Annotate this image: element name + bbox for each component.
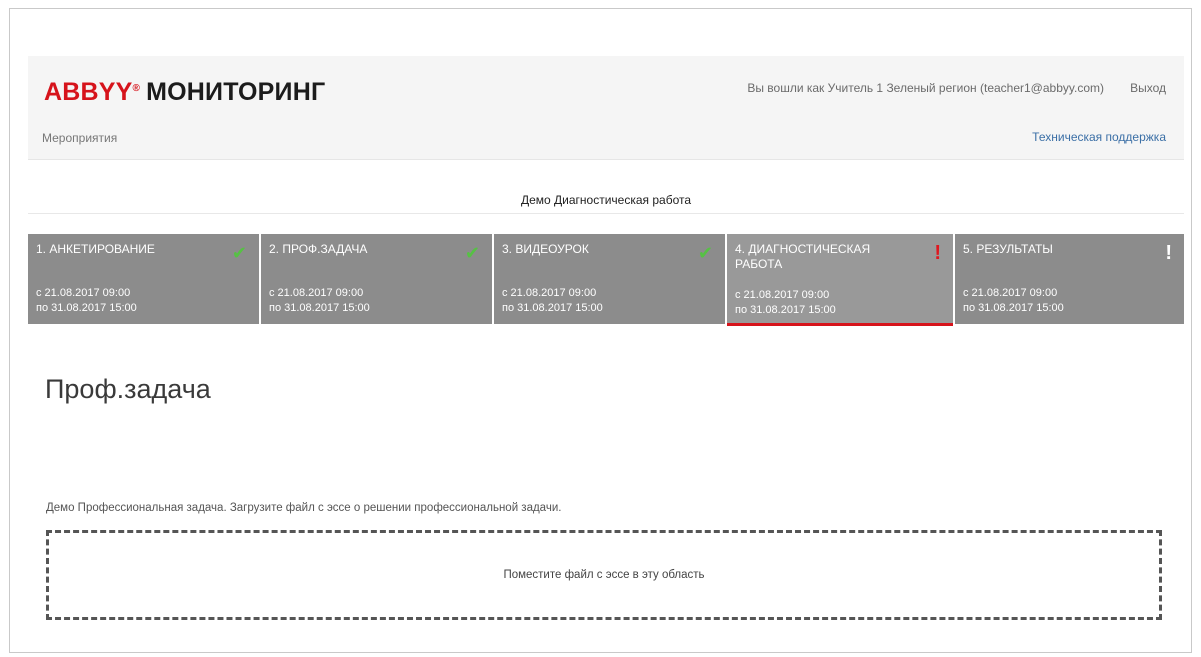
- step-date-from: с 21.08.2017 09:00: [963, 287, 1058, 299]
- logo-brand: ABBYY: [44, 78, 133, 106]
- support-link[interactable]: Техническая поддержка: [1032, 130, 1166, 144]
- step-dates: с 21.08.2017 09:00 по 31.08.2017 15:00: [269, 286, 370, 316]
- step-date-from: с 21.08.2017 09:00: [36, 287, 131, 299]
- task-description: Демо Профессиональная задача. Загрузите …: [46, 502, 562, 514]
- step-date-to: по 31.08.2017 15:00: [735, 304, 836, 316]
- step-title: 5. РЕЗУЛЬТАТЫ: [963, 242, 1053, 256]
- file-dropzone[interactable]: Поместите файл с эссе в эту область: [46, 530, 1162, 620]
- nav-events-link[interactable]: Мероприятия: [42, 131, 117, 145]
- step-dates: с 21.08.2017 09:00 по 31.08.2017 15:00: [36, 286, 137, 316]
- step-date-to: по 31.08.2017 15:00: [502, 302, 603, 314]
- step-dates: с 21.08.2017 09:00 по 31.08.2017 15:00: [963, 286, 1064, 316]
- step-date-from: с 21.08.2017 09:00: [269, 287, 364, 299]
- header: ABBYY® МОНИТОРИНГ Вы вошли как Учитель 1 …: [28, 56, 1184, 160]
- logout-link[interactable]: Выход: [1130, 81, 1166, 95]
- step-title: 3. ВИДЕОУРОК: [502, 242, 589, 256]
- step-prof-task[interactable]: 2. ПРОФ.ЗАДАЧА ✔ с 21.08.2017 09:00 по 3…: [261, 234, 494, 324]
- step-dates: с 21.08.2017 09:00 по 31.08.2017 15:00: [735, 288, 836, 318]
- step-date-from: с 21.08.2017 09:00: [735, 289, 830, 301]
- step-date-to: по 31.08.2017 15:00: [963, 302, 1064, 314]
- dropzone-label: Поместите файл с эссе в эту область: [503, 569, 705, 581]
- logo-trademark: ®: [132, 82, 141, 94]
- step-title: 4. ДИАГНОСТИЧЕСКАЯ РАБОТА: [735, 242, 871, 271]
- step-date-to: по 31.08.2017 15:00: [269, 302, 370, 314]
- logo-product: МОНИТОРИНГ: [146, 78, 326, 106]
- step-survey[interactable]: 1. АНКЕТИРОВАНИЕ ✔ с 21.08.2017 09:00 по…: [28, 234, 261, 324]
- step-dates: с 21.08.2017 09:00 по 31.08.2017 15:00: [502, 286, 603, 316]
- step-results[interactable]: 5. РЕЗУЛЬТАТЫ ! с 21.08.2017 09:00 по 31…: [955, 234, 1184, 324]
- step-date-to: по 31.08.2017 15:00: [36, 302, 137, 314]
- check-icon: ✔: [697, 243, 713, 263]
- event-title: Демо Диагностическая работа: [28, 186, 1184, 214]
- step-video-lesson[interactable]: 3. ВИДЕОУРОК ✔ с 21.08.2017 09:00 по 31.…: [494, 234, 727, 324]
- step-diagnostic-work[interactable]: 4. ДИАГНОСТИЧЕСКАЯ РАБОТА ! с 21.08.2017…: [727, 234, 955, 326]
- step-title: 1. АНКЕТИРОВАНИЕ: [36, 242, 155, 256]
- exclamation-icon: !: [1165, 242, 1172, 264]
- exclamation-icon: !: [934, 242, 941, 264]
- active-step-indicator: [727, 323, 953, 326]
- step-title: 2. ПРОФ.ЗАДАЧА: [269, 242, 368, 256]
- step-date-from: с 21.08.2017 09:00: [502, 287, 597, 299]
- logo: ABBYY® МОНИТОРИНГ: [44, 78, 325, 107]
- user-info: Вы вошли как Учитель 1 Зеленый регион (t…: [747, 81, 1104, 95]
- page-title: Проф.задача: [45, 374, 211, 404]
- steps-bar: 1. АНКЕТИРОВАНИЕ ✔ с 21.08.2017 09:00 по…: [28, 234, 1184, 326]
- check-icon: ✔: [231, 243, 247, 263]
- check-icon: ✔: [464, 243, 480, 263]
